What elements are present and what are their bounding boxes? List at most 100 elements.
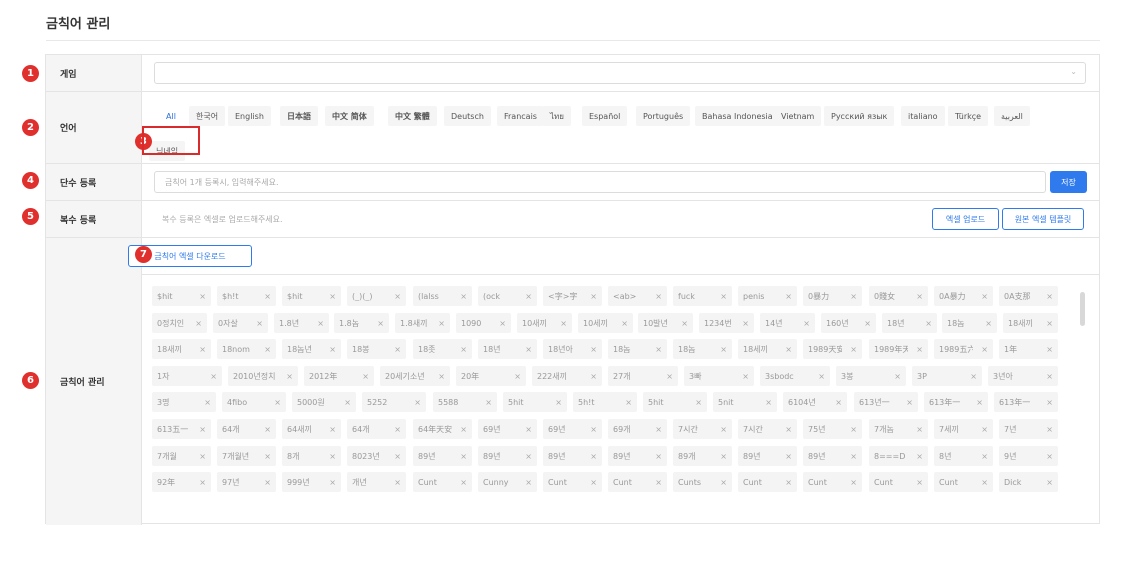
- remove-word-icon[interactable]: ×: [514, 372, 521, 381]
- remove-word-icon[interactable]: ×: [329, 425, 336, 434]
- language-tab[interactable]: English: [228, 106, 271, 126]
- remove-word-icon[interactable]: ×: [264, 478, 271, 487]
- remove-word-icon[interactable]: ×: [785, 478, 792, 487]
- remove-word-icon[interactable]: ×: [970, 372, 977, 381]
- remove-word-icon[interactable]: ×: [460, 425, 467, 434]
- language-tab[interactable]: العربية: [994, 106, 1030, 126]
- remove-word-icon[interactable]: ×: [485, 398, 492, 407]
- remove-word-icon[interactable]: ×: [362, 372, 369, 381]
- remove-word-icon[interactable]: ×: [274, 398, 281, 407]
- remove-word-icon[interactable]: ×: [621, 319, 628, 328]
- remove-word-icon[interactable]: ×: [590, 345, 597, 354]
- remove-word-icon[interactable]: ×: [906, 398, 913, 407]
- language-tab[interactable]: Türkçe: [948, 106, 989, 126]
- remove-word-icon[interactable]: ×: [460, 345, 467, 354]
- remove-word-icon[interactable]: ×: [666, 372, 673, 381]
- remove-word-icon[interactable]: ×: [785, 425, 792, 434]
- remove-word-icon[interactable]: ×: [916, 345, 923, 354]
- language-tab[interactable]: Francais: [497, 106, 544, 126]
- remove-word-icon[interactable]: ×: [850, 478, 857, 487]
- remove-word-icon[interactable]: ×: [720, 452, 727, 461]
- remove-word-icon[interactable]: ×: [742, 319, 749, 328]
- remove-word-icon[interactable]: ×: [329, 345, 336, 354]
- remove-word-icon[interactable]: ×: [655, 452, 662, 461]
- remove-word-icon[interactable]: ×: [499, 319, 506, 328]
- remove-word-icon[interactable]: ×: [199, 345, 206, 354]
- remove-word-icon[interactable]: ×: [590, 452, 597, 461]
- remove-word-icon[interactable]: ×: [981, 452, 988, 461]
- remove-word-icon[interactable]: ×: [377, 319, 384, 328]
- remove-word-icon[interactable]: ×: [525, 345, 532, 354]
- remove-word-icon[interactable]: ×: [916, 425, 923, 434]
- remove-word-icon[interactable]: ×: [525, 478, 532, 487]
- remove-word-icon[interactable]: ×: [460, 478, 467, 487]
- remove-word-icon[interactable]: ×: [590, 425, 597, 434]
- remove-word-icon[interactable]: ×: [414, 398, 421, 407]
- single-word-input[interactable]: 금칙어 1개 등록시, 입력해주세요.: [154, 171, 1046, 193]
- remove-word-icon[interactable]: ×: [460, 292, 467, 301]
- scrollbar[interactable]: [1076, 286, 1090, 346]
- remove-word-icon[interactable]: ×: [864, 319, 871, 328]
- remove-word-icon[interactable]: ×: [981, 345, 988, 354]
- game-select[interactable]: ⌄: [154, 62, 1086, 84]
- remove-word-icon[interactable]: ×: [394, 345, 401, 354]
- remove-word-icon[interactable]: ×: [394, 452, 401, 461]
- remove-word-icon[interactable]: ×: [655, 292, 662, 301]
- remove-word-icon[interactable]: ×: [818, 372, 825, 381]
- remove-word-icon[interactable]: ×: [590, 372, 597, 381]
- remove-word-icon[interactable]: ×: [210, 372, 217, 381]
- remove-word-icon[interactable]: ×: [460, 452, 467, 461]
- remove-word-icon[interactable]: ×: [525, 452, 532, 461]
- remove-word-icon[interactable]: ×: [850, 425, 857, 434]
- remove-word-icon[interactable]: ×: [835, 398, 842, 407]
- remove-word-icon[interactable]: ×: [344, 398, 351, 407]
- remove-word-icon[interactable]: ×: [720, 345, 727, 354]
- remove-word-icon[interactable]: ×: [394, 292, 401, 301]
- remove-word-icon[interactable]: ×: [1046, 372, 1053, 381]
- language-tab[interactable]: ไทย: [543, 106, 571, 126]
- remove-word-icon[interactable]: ×: [329, 292, 336, 301]
- remove-word-icon[interactable]: ×: [1046, 398, 1053, 407]
- remove-word-icon[interactable]: ×: [850, 292, 857, 301]
- language-tab[interactable]: Português: [636, 106, 691, 126]
- remove-word-icon[interactable]: ×: [199, 478, 206, 487]
- remove-word-icon[interactable]: ×: [981, 425, 988, 434]
- remove-word-icon[interactable]: ×: [525, 425, 532, 434]
- remove-word-icon[interactable]: ×: [525, 292, 532, 301]
- language-tab[interactable]: Bahasa Indonesia: [695, 106, 780, 126]
- remove-word-icon[interactable]: ×: [329, 478, 336, 487]
- remove-word-icon[interactable]: ×: [720, 292, 727, 301]
- remove-word-icon[interactable]: ×: [785, 292, 792, 301]
- remove-word-icon[interactable]: ×: [264, 345, 271, 354]
- remove-word-icon[interactable]: ×: [1046, 452, 1053, 461]
- remove-word-icon[interactable]: ×: [317, 319, 324, 328]
- remove-word-icon[interactable]: ×: [655, 345, 662, 354]
- language-tab[interactable]: Vietnam: [774, 106, 822, 126]
- remove-word-icon[interactable]: ×: [199, 452, 206, 461]
- language-tab[interactable]: 中文 繁體: [388, 106, 437, 126]
- remove-word-icon[interactable]: ×: [264, 292, 271, 301]
- remove-word-icon[interactable]: ×: [720, 425, 727, 434]
- remove-word-icon[interactable]: ×: [394, 425, 401, 434]
- remove-word-icon[interactable]: ×: [916, 292, 923, 301]
- remove-word-icon[interactable]: ×: [264, 425, 271, 434]
- remove-word-icon[interactable]: ×: [981, 292, 988, 301]
- scroll-thumb[interactable]: [1080, 292, 1085, 326]
- remove-word-icon[interactable]: ×: [785, 345, 792, 354]
- remove-word-icon[interactable]: ×: [655, 478, 662, 487]
- language-tab[interactable]: Русский язык: [824, 106, 895, 126]
- remove-word-icon[interactable]: ×: [204, 398, 211, 407]
- remove-word-icon[interactable]: ×: [199, 292, 206, 301]
- remove-word-icon[interactable]: ×: [803, 319, 810, 328]
- save-button[interactable]: 저장: [1050, 171, 1087, 193]
- language-tab[interactable]: italiano: [901, 106, 945, 126]
- remove-word-icon[interactable]: ×: [286, 372, 293, 381]
- language-tab[interactable]: 日本語: [280, 106, 318, 126]
- remove-word-icon[interactable]: ×: [264, 452, 271, 461]
- remove-word-icon[interactable]: ×: [199, 425, 206, 434]
- remove-word-icon[interactable]: ×: [916, 452, 923, 461]
- remove-word-icon[interactable]: ×: [1046, 478, 1053, 487]
- remove-word-icon[interactable]: ×: [681, 319, 688, 328]
- remove-word-icon[interactable]: ×: [394, 478, 401, 487]
- remove-word-icon[interactable]: ×: [976, 398, 983, 407]
